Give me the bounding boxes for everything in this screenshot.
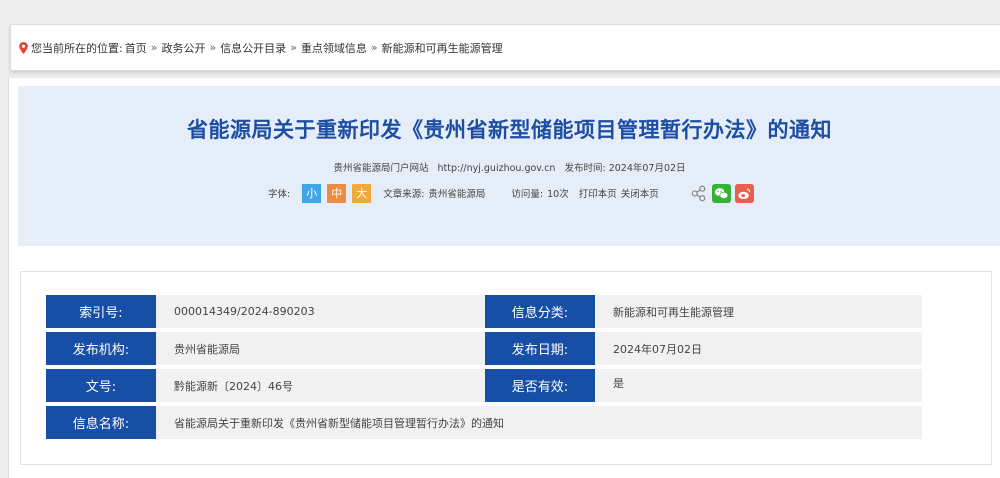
info-row: 发布机构: 贵州省能源局 发布日期: 2024年07月02日 [46,332,926,365]
site-url[interactable]: http://nyj.guizhou.gov.cn [438,163,556,174]
wechat-icon[interactable] [711,183,731,203]
print-button[interactable]: 打印本页 [579,186,617,200]
close-button[interactable]: 关闭本页 [621,186,659,200]
index-value: 000014349/2024-890203 [156,295,486,328]
category-label: 信息分类: [485,295,598,328]
weibo-icon[interactable] [734,183,754,203]
info-name-label: 信息名称: [46,406,159,439]
location-pin-icon [19,41,28,54]
breadcrumb: 您当前所在的位置: 首页 » 政务公开 » 信息公开目录 » 重点领域信息 » … [10,24,1000,71]
breadcrumb-key-areas[interactable]: 重点领域信息 [301,40,367,56]
breadcrumb-public-affairs[interactable]: 政务公开 [161,40,205,56]
category-value: 新能源和可再生能源管理 [595,295,922,328]
publish-label: 发布时间: [564,163,606,174]
share-group [685,183,754,203]
index-label: 索引号: [46,295,159,328]
org-value: 贵州省能源局 [156,332,486,365]
doc-number-label: 文号: [46,369,159,402]
article-title: 省能源局关于重新印发《贵州省新型储能项目管理暂行办法》的通知 [187,118,832,142]
source-label: 文章来源: [383,189,425,200]
valid-label: 是否有效: [485,369,598,402]
font-large-button[interactable]: 大 [352,183,372,203]
article-meta: 贵州省能源局门户网站 http://nyj.guizhou.gov.cn 发布时… [18,160,1000,174]
font-medium-button[interactable]: 中 [327,183,347,203]
info-row: 索引号: 000014349/2024-890203 信息分类: 新能源和可再生… [46,295,926,328]
breadcrumb-separator: » [290,41,297,54]
visits-value: 10次 [547,189,569,200]
date-label: 发布日期: [485,332,598,365]
article-toolbar: 字体: 小 中 大 文章来源: 贵州省能源局 访问量: 10次 打印本页 关闭本… [268,181,754,205]
font-size-label: 字体: [268,189,291,200]
breadcrumb-separator: » [209,41,217,54]
visits-label: 访问量: [511,189,544,200]
info-row: 文号: 黔能源新〔2024〕46号 是否有效: 是 [46,369,926,402]
valid-value: 是 [595,369,922,402]
breadcrumb-separator: » [150,41,158,54]
info-row: 信息名称: 省能源局关于重新印发《贵州省新型储能项目管理暂行办法》的通知 [46,406,926,439]
share-icon[interactable] [689,184,708,203]
source-value: 贵州省能源局 [428,189,486,200]
breadcrumb-home[interactable]: 首页 [125,40,147,56]
info-table: 索引号: 000014349/2024-890203 信息分类: 新能源和可再生… [20,271,992,465]
main-content: 省能源局关于重新印发《贵州省新型储能项目管理暂行办法》的通知 贵州省能源局门户网… [8,78,1000,478]
info-name-value: 省能源局关于重新印发《贵州省新型储能项目管理暂行办法》的通知 [156,406,922,439]
date-value: 2024年07月02日 [595,332,922,365]
org-label: 发布机构: [46,332,159,365]
breadcrumb-info-catalog[interactable]: 信息公开目录 [220,40,286,56]
breadcrumb-prefix: 您当前所在的位置: [31,41,123,55]
site-name: 贵州省能源局门户网站 [333,163,429,174]
publish-date: 2024年07月02日 [608,163,686,174]
font-small-button[interactable]: 小 [302,183,322,203]
article-header: 省能源局关于重新印发《贵州省新型储能项目管理暂行办法》的通知 贵州省能源局门户网… [18,86,1000,246]
breadcrumb-current[interactable]: 新能源和可再生能源管理 [382,40,503,56]
breadcrumb-separator: » [370,41,378,54]
doc-number-value: 黔能源新〔2024〕46号 [156,369,486,402]
